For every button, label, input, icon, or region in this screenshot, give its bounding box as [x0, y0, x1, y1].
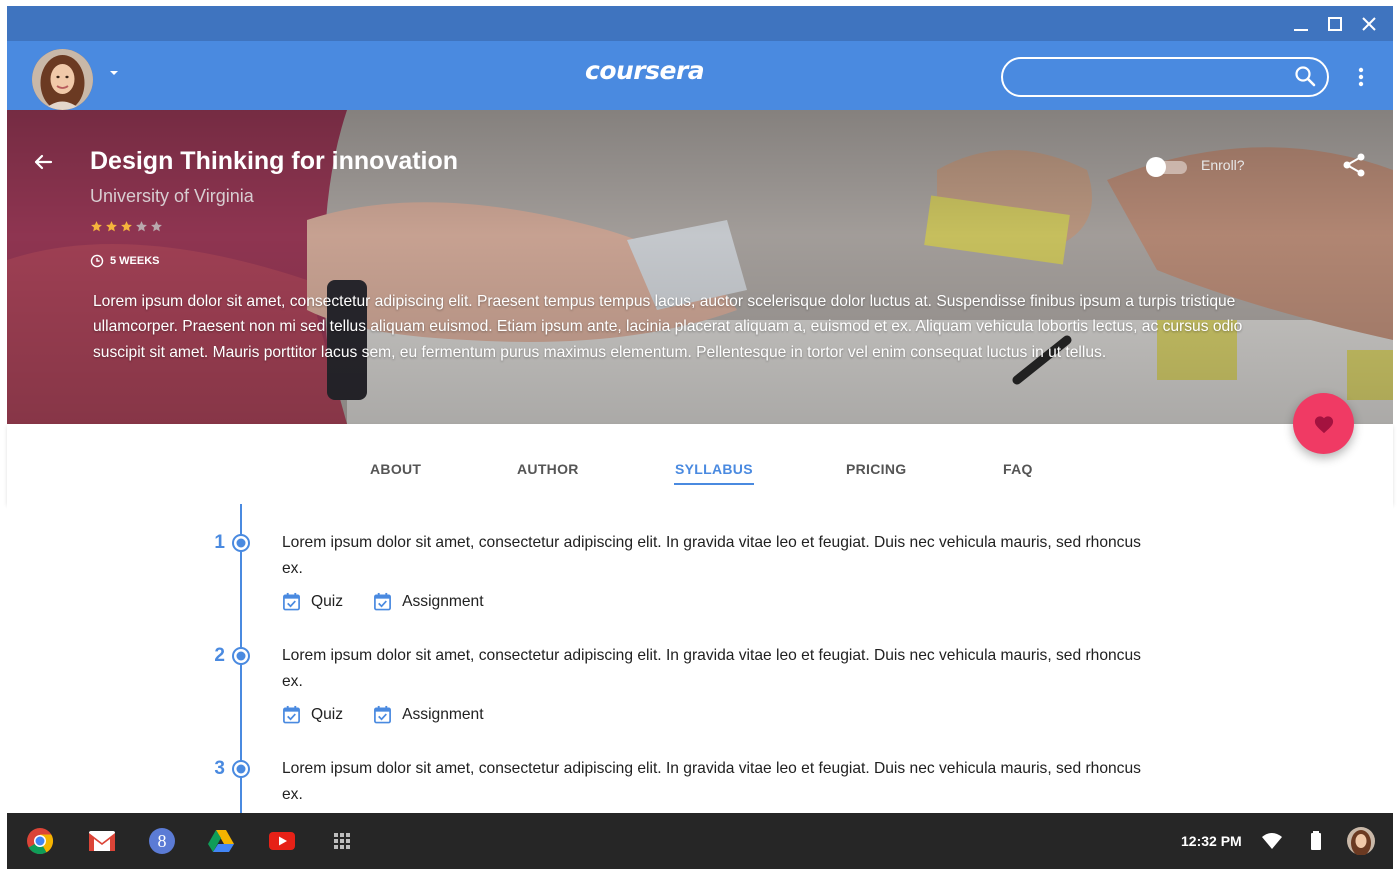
tab-bar: ABOUT AUTHOR SYLLABUS PRICING FAQ — [7, 424, 1393, 504]
star-empty-icon — [136, 221, 147, 232]
youtube-app[interactable] — [267, 826, 297, 856]
active-tab-indicator — [674, 483, 754, 485]
minimize-button[interactable] — [1285, 6, 1317, 41]
close-icon — [1362, 16, 1376, 31]
battery-icon[interactable] — [1305, 830, 1327, 852]
event-available-icon — [374, 705, 392, 724]
chevron-down-icon[interactable] — [107, 65, 121, 79]
course-hero: Design Thinking for innovation Universit… — [7, 110, 1393, 424]
rating-stars — [90, 220, 170, 236]
timeline-node-icon — [232, 760, 250, 778]
course-description: Lorem ipsum dolor sit amet, consectetur … — [93, 293, 1243, 361]
avatar[interactable] — [1346, 826, 1376, 856]
quiz-tag[interactable]: Quiz — [282, 705, 343, 724]
timeline-node-icon — [232, 647, 250, 665]
gmail-app[interactable] — [87, 826, 117, 856]
favorite-button[interactable] — [1293, 393, 1354, 454]
assignment-tag[interactable]: Assignment — [373, 592, 484, 611]
app-bar: coursera — [7, 41, 1393, 110]
tab-faq[interactable]: FAQ — [1003, 461, 1033, 477]
youtube-icon — [269, 832, 295, 850]
heart-icon — [1314, 415, 1333, 433]
enroll-label: Enroll? — [1201, 157, 1245, 173]
syllabus-item-text: Lorem ipsum dolor sit amet, consectetur … — [282, 534, 1141, 577]
window-frame-left — [0, 0, 7, 869]
syllabus-item-number: 3 — [214, 758, 225, 779]
google-plus-icon: 8 — [149, 828, 175, 854]
back-arrow-icon[interactable] — [31, 150, 55, 174]
chrome-app[interactable] — [25, 826, 55, 856]
tag-label: Assignment — [402, 705, 484, 723]
event-available-icon — [374, 592, 392, 611]
app-launcher[interactable] — [327, 826, 357, 856]
event-available-icon — [283, 592, 300, 611]
tab-syllabus[interactable]: SYLLABUS — [675, 461, 753, 477]
star-empty-icon — [151, 221, 162, 232]
course-duration: 5 WEEKS — [90, 253, 160, 269]
maximize-button[interactable] — [1319, 6, 1351, 41]
timeline-node-icon — [232, 534, 250, 552]
syllabus-item-number: 2 — [214, 645, 225, 666]
maximize-icon — [1328, 16, 1342, 31]
avatar-image-icon — [32, 49, 93, 110]
drive-icon — [208, 830, 234, 852]
enroll-toggle[interactable] — [1145, 156, 1191, 178]
google-plus-app[interactable]: 8 — [147, 826, 177, 856]
tag-label: Quiz — [311, 705, 344, 723]
gmail-icon — [89, 831, 115, 851]
star-filled-icon — [91, 221, 102, 232]
quiz-tag[interactable]: Quiz — [282, 592, 343, 611]
course-title: Design Thinking for innovation — [90, 147, 459, 175]
drive-app[interactable] — [206, 826, 236, 856]
search-icon[interactable] — [1294, 65, 1316, 87]
window-titlebar — [7, 6, 1393, 41]
event-available-icon — [283, 705, 300, 724]
avatar-image-icon — [1347, 827, 1375, 855]
more-vert-icon[interactable] — [1351, 65, 1371, 89]
star-filled-icon — [106, 221, 117, 232]
chrome-icon — [27, 828, 54, 855]
app-launcher-icon — [334, 833, 350, 849]
tag-label: Assignment — [402, 592, 484, 610]
star-filled-icon — [121, 221, 132, 232]
tag-label: Quiz — [311, 592, 344, 610]
svg-text:8: 8 — [158, 831, 167, 851]
search-input[interactable] — [1001, 57, 1329, 97]
minimize-icon — [1294, 28, 1308, 31]
syllabus-item-text: Lorem ipsum dolor sit amet, consectetur … — [282, 647, 1141, 690]
course-university[interactable]: University of Virginia — [90, 186, 254, 207]
close-button[interactable] — [1353, 6, 1385, 41]
wifi-icon[interactable] — [1261, 830, 1283, 852]
tab-about[interactable]: ABOUT — [370, 461, 421, 477]
syllabus-item-tags: Quiz Assignment — [282, 592, 484, 611]
syllabus-list: 1 Lorem ipsum dolor sit amet, consectetu… — [7, 504, 1393, 813]
syllabus-item-text: Lorem ipsum dolor sit amet, consectetur … — [282, 760, 1141, 803]
duration-label: 5 WEEKS — [110, 255, 160, 267]
avatar[interactable] — [32, 49, 93, 110]
tab-pricing[interactable]: PRICING — [846, 461, 906, 477]
tab-author[interactable]: AUTHOR — [517, 461, 579, 477]
syllabus-item-number: 1 — [214, 532, 225, 553]
window-frame-right — [1393, 0, 1398, 869]
assignment-tag[interactable]: Assignment — [373, 705, 484, 724]
syllabus-item-tags: Quiz Assignment — [282, 705, 484, 724]
os-shelf: 8 12:32 PM — [7, 813, 1393, 869]
clock-icon — [90, 254, 104, 268]
coursera-logo[interactable]: coursera — [585, 56, 815, 85]
share-icon[interactable] — [1341, 152, 1367, 178]
system-clock[interactable]: 12:32 PM — [1181, 833, 1242, 849]
app-window: coursera Design Thinking for innovation … — [0, 0, 1398, 869]
